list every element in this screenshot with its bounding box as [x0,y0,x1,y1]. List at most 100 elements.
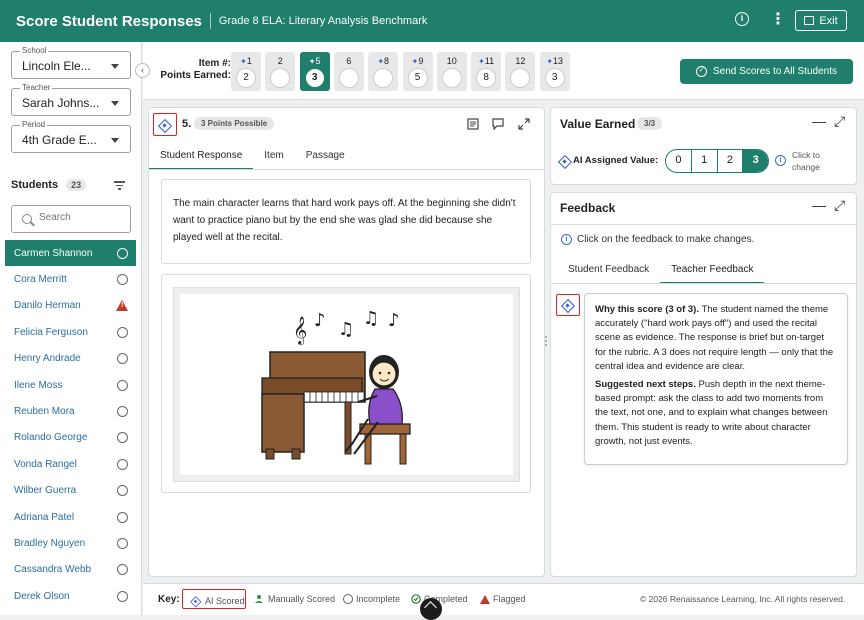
teacher-value: Sarah Johns... [22,96,100,110]
teacher-feedback-text[interactable]: Why this score (3 of 3). The student nam… [584,293,848,465]
minimize-icon[interactable]: — [812,198,826,212]
exit-label: Exit [819,14,838,27]
student-row[interactable]: Vonda Rangel [5,451,136,477]
music-note: ♫ [363,308,379,329]
student-row[interactable]: Felicia Ferguson [5,319,136,345]
item-tile-10[interactable]: 10 [436,52,467,91]
item-tile-1[interactable]: ✦1 2 [231,52,261,91]
expand-icon[interactable]: ⤢ [834,114,845,128]
item-tile-12[interactable]: 12 [505,52,536,91]
comment-icon[interactable] [492,117,504,131]
legend-flagged-label: Flagged [493,594,526,604]
info-icon[interactable]: i [735,12,749,26]
student-row[interactable]: Danilo Herman! [5,293,136,319]
student-name: Bradley Nguyen [14,537,86,549]
item-bar-labels: Item #: Points Earned: [153,58,231,82]
click-to-change-hint: Click to change [792,149,820,173]
student-name: Danilo Herman [14,300,81,312]
chevron-down-icon [111,64,119,69]
item-tile-8[interactable]: ✦8 [368,52,399,91]
annotation-highlight [182,589,246,609]
document-icon[interactable] [467,117,479,130]
check-circle-icon: ✓ [696,66,708,77]
score-option-2[interactable]: 2 [718,150,744,172]
expand-icon[interactable]: ⤢ [834,198,845,212]
student-name: Felicia Ferguson [14,326,88,338]
item-number: 10 [437,55,467,67]
item-points [338,68,359,88]
item-number-text: 8 [384,56,390,66]
item-points: 3 [544,68,565,88]
key-label: Key: [158,594,180,605]
feedback-title: Feedback [560,201,616,215]
item-tile-9[interactable]: ✦9 5 [402,52,433,91]
incomplete-icon [343,594,353,604]
student-row[interactable]: Cassandra Webb [5,557,136,583]
score-selector: 0123 [665,149,769,173]
search-input[interactable] [39,212,124,223]
item-points: 8 [476,68,497,88]
exit-button[interactable]: Exit [795,10,847,31]
period-select[interactable]: Period 4th Grade E... [11,120,131,153]
info-icon[interactable]: i [775,155,786,166]
minimize-icon[interactable]: — [812,114,826,128]
score-option-3[interactable]: 3 [743,150,768,172]
question-tabs: Student Response Item Passage [149,146,356,170]
ai-scored-icon [557,154,571,168]
teacher-select[interactable]: Teacher Sarah Johns... [11,83,131,116]
student-row[interactable]: Wilber Guerra [5,478,136,504]
more-menu-icon[interactable]: ⋮ [770,10,786,30]
annotation-highlight [556,294,580,316]
tab-student-response[interactable]: Student Response [149,146,254,170]
score-option-0[interactable]: 0 [666,150,692,172]
item-number-text: 11 [484,56,495,66]
question-number: 5. [182,118,192,130]
header-divider [209,13,211,29]
send-scores-label: Send Scores to All Students [713,66,837,77]
student-row[interactable]: Cora Merritt [5,266,136,292]
item-points: 2 [236,68,256,88]
student-name: Derek Olson [14,590,70,602]
item-number-text: 5 [315,56,321,66]
send-scores-button[interactable]: ✓ Send Scores to All Students [680,59,853,84]
item-tile-6[interactable]: 6 [333,52,364,91]
school-select[interactable]: School Lincoln Ele... [11,46,131,79]
value-fraction-badge: 3/3 [637,117,663,130]
student-row[interactable]: Ilene Moss [5,372,136,398]
student-row[interactable]: Adriana Patel [5,504,136,530]
student-row[interactable]: Reuben Mora [5,398,136,424]
tab-item[interactable]: Item [253,146,294,170]
student-row[interactable]: Henry Andrade [5,346,136,372]
item-points: 5 [407,68,428,88]
panel-resize-handle[interactable] [544,336,548,350]
item-number: ✦9 [403,55,433,67]
expand-icon[interactable] [518,117,530,130]
score-option-1[interactable]: 1 [692,150,718,172]
student-row[interactable]: Carmen Shannon [5,240,136,267]
image-mat: 𝄞 ♪ ♫ ♫ ♪ [173,287,520,482]
legend-incomplete: Incomplete [343,594,400,604]
feedback-divider [551,224,856,225]
scroll-up-button[interactable] [420,598,442,620]
incomplete-icon [117,564,128,576]
item-tile-5[interactable]: ✦5 3 [299,52,330,91]
student-row[interactable]: Rolando George [5,425,136,451]
hint-line-1: Click to [792,150,820,160]
item-tile-11[interactable]: ✦11 8 [471,52,502,91]
tab-teacher-feedback[interactable]: Teacher Feedback [660,260,765,284]
collapse-sidebar-button[interactable]: ‹ [135,63,150,78]
student-row[interactable]: Derek Olson [5,583,136,609]
tab-student-feedback[interactable]: Student Feedback [557,260,660,284]
music-note: ♪ [314,310,326,331]
person-edit-icon [255,595,263,603]
filter-icon[interactable] [114,181,125,190]
page-title: Score Student Responses [16,12,202,30]
legend-footer: Key: AI Scored Manually Scored Incomplet… [143,583,864,615]
student-drawing: 𝄞 ♪ ♫ ♫ ♪ [180,294,513,475]
student-row[interactable]: Bradley Nguyen [5,530,136,556]
item-tile-13[interactable]: ✦13 3 [539,52,570,91]
tab-passage[interactable]: Passage [295,146,356,170]
next-steps-heading: Suggested next steps. [595,379,696,391]
item-points [510,68,531,88]
item-tile-2[interactable]: 2 [265,52,296,91]
